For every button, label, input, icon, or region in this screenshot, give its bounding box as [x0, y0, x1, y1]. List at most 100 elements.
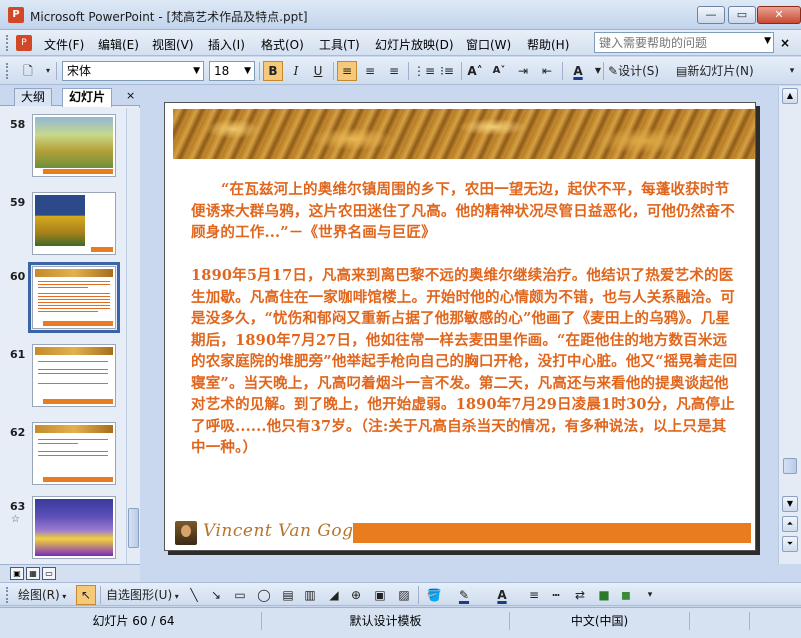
thumbnail-number: 59	[10, 196, 26, 209]
menu-grip[interactable]	[6, 35, 14, 51]
slide-thumbnail-60[interactable]	[28, 262, 120, 333]
toolbar-options-icon[interactable]: ▾	[640, 585, 660, 605]
chevron-down-icon[interactable]: ▼	[764, 36, 771, 46]
view-buttons: ▣ ▦ ▭	[0, 564, 140, 582]
close-button[interactable]: ✕	[757, 6, 801, 24]
previous-slide-icon[interactable]: ⏶	[782, 516, 798, 532]
current-slide[interactable]: “在瓦兹河上的奥维尔镇周围的乡下，农田一望无边，起伏不平，每蓬收获时节便诱来大群…	[164, 102, 756, 551]
autoshapes-menu-button[interactable]: 自选图形(U) ▾	[106, 585, 179, 605]
slide-thumbnail-59[interactable]	[32, 192, 116, 255]
underline-button[interactable]: U	[308, 61, 328, 81]
slide-body-paragraph[interactable]: 1890年5月17日，凡高来到离巴黎不远的奥维尔继续治疗。他结识了热爱艺术的医生…	[191, 265, 741, 459]
thumbnail-scrollbar[interactable]	[126, 108, 140, 564]
slide-thumbnail-62[interactable]	[32, 422, 116, 485]
new-slide-button[interactable]: ▤新幻灯片(N)	[676, 61, 754, 81]
menu-edit[interactable]: 编辑(E)	[98, 36, 139, 53]
font-color-icon[interactable]: A	[492, 585, 512, 605]
document-icon[interactable]: P	[16, 35, 32, 51]
scrollbar-thumb[interactable]	[128, 508, 139, 548]
menu-window[interactable]: 窗口(W)	[466, 36, 511, 53]
chevron-down-icon: ▼	[193, 66, 200, 76]
font-size-select[interactable]: 18 ▼	[209, 61, 255, 81]
align-left-icon[interactable]: ≡	[337, 61, 357, 81]
scroll-up-icon[interactable]: ▲	[782, 88, 798, 104]
slide-scrollbar[interactable]: ▲ ▼ ⏶ ⏷	[778, 86, 801, 564]
formatting-toolbar: 🗋 ▾ 宋体 ▼ 18 ▼ B I U ≡ ≡ ≡ ⋮≡ ⁝≡ A˄ A˅ ⇥ …	[0, 57, 801, 85]
drawing-toolbar: 绘图(R) ▾ ↖ 自选图形(U) ▾ ╲ ↘ ▭ ◯ ▤ ▥ ◢ ⊕ ▣ ▨ …	[0, 582, 801, 606]
scroll-down-icon[interactable]: ▼	[782, 496, 798, 512]
oval-tool-icon[interactable]: ◯	[254, 585, 274, 605]
slide-sorter-icon[interactable]: ▦	[26, 567, 40, 580]
rectangle-tool-icon[interactable]: ▭	[230, 585, 250, 605]
normal-view-icon[interactable]: ▣	[10, 567, 24, 580]
menu-insert[interactable]: 插入(I)	[208, 36, 245, 53]
new-slide-label: 新幻灯片(N)	[687, 64, 754, 78]
bullet-list-icon[interactable]: ⁝≡	[437, 61, 457, 81]
indent-decrease-icon[interactable]: ⇤	[537, 61, 557, 81]
select-pointer-icon[interactable]: ↖	[76, 585, 96, 605]
line-color-icon[interactable]: ✎	[454, 585, 474, 605]
tab-slides[interactable]: 幻灯片	[62, 88, 113, 107]
bold-button[interactable]: B	[263, 61, 283, 81]
dash-style-icon[interactable]: ┅	[546, 585, 566, 605]
slide-thumbnail-58[interactable]	[32, 114, 116, 177]
menu-view[interactable]: 视图(V)	[152, 36, 194, 53]
toolbar-grip[interactable]	[6, 63, 12, 79]
fill-color-icon[interactable]: 🪣	[424, 585, 444, 605]
font-size-value: 18	[214, 64, 230, 78]
menu-slideshow[interactable]: 幻灯片放映(D)	[375, 36, 454, 53]
align-right-icon[interactable]: ≡	[384, 61, 404, 81]
indent-increase-icon[interactable]: ⇥	[513, 61, 533, 81]
line-tool-icon[interactable]: ╲	[184, 585, 204, 605]
font-name-value: 宋体	[67, 64, 92, 78]
3d-style-icon[interactable]: ◼	[616, 585, 636, 605]
clipart-icon[interactable]: ▣	[370, 585, 390, 605]
draw-menu-button[interactable]: 绘图(R) ▾	[18, 585, 66, 605]
footer-bar	[353, 523, 751, 543]
arrow-style-icon[interactable]: ⇄	[570, 585, 590, 605]
draw-label: 绘图(R)	[18, 588, 60, 602]
toolbar-options-icon[interactable]: ▾	[782, 61, 801, 81]
slide-thumbnail-63[interactable]	[32, 496, 116, 559]
slideshow-view-icon[interactable]: ▭	[42, 567, 56, 580]
toolbar-grip[interactable]	[6, 587, 12, 603]
help-search-input[interactable]	[595, 33, 755, 52]
slide-quote-paragraph[interactable]: “在瓦兹河上的奥维尔镇周围的乡下，农田一望无边，起伏不平，每蓬收获时节便诱来大群…	[191, 179, 741, 244]
toolbar-options-icon[interactable]: ▾	[38, 61, 58, 81]
menu-format[interactable]: 格式(O)	[261, 36, 304, 53]
shadow-style-icon[interactable]: ■	[594, 585, 614, 605]
document-close-button[interactable]: ×	[780, 36, 790, 50]
picture-icon[interactable]: ▨	[394, 585, 414, 605]
help-search-box[interactable]: ▼	[594, 32, 774, 53]
powerpoint-app-icon[interactable]: P	[8, 7, 24, 23]
scrollbar-thumb[interactable]	[783, 458, 797, 474]
thumbnail-number: 58	[10, 118, 26, 131]
font-name-select[interactable]: 宋体 ▼	[62, 61, 204, 81]
tab-outline[interactable]: 大纲	[14, 88, 53, 106]
design-button[interactable]: ✎设计(S)	[608, 61, 659, 81]
animation-star-icon: ☆	[11, 514, 20, 525]
minimize-button[interactable]: —	[697, 6, 725, 24]
arrow-tool-icon[interactable]: ↘	[206, 585, 226, 605]
diagram-icon[interactable]: ⊕	[346, 585, 366, 605]
wordart-icon[interactable]: ◢	[324, 585, 344, 605]
numbered-list-icon[interactable]: ⋮≡	[413, 61, 435, 81]
vertical-textbox-icon[interactable]: ▥	[300, 585, 320, 605]
align-center-icon[interactable]: ≡	[360, 61, 380, 81]
font-color-icon[interactable]: A	[568, 61, 588, 81]
chevron-down-icon[interactable]: ▼	[588, 61, 608, 81]
italic-button[interactable]: I	[286, 61, 306, 81]
new-document-icon[interactable]: 🗋	[18, 61, 38, 81]
menu-help[interactable]: 帮助(H)	[527, 36, 569, 53]
slide-thumbnail-61[interactable]	[32, 344, 116, 407]
maximize-button[interactable]: ▭	[728, 6, 756, 24]
menu-tools[interactable]: 工具(T)	[319, 36, 360, 53]
line-style-icon[interactable]: ≡	[524, 585, 544, 605]
textbox-tool-icon[interactable]: ▤	[278, 585, 298, 605]
menu-file[interactable]: 文件(F)	[44, 36, 84, 53]
decrease-font-icon[interactable]: A˅	[489, 61, 509, 81]
pane-close-button[interactable]: ×	[126, 89, 135, 102]
slide-editor: “在瓦兹河上的奥维尔镇周围的乡下，农田一望无边，起伏不平，每蓬收获时节便诱来大群…	[149, 86, 778, 564]
next-slide-icon[interactable]: ⏷	[782, 536, 798, 552]
increase-font-icon[interactable]: A˄	[465, 61, 485, 81]
